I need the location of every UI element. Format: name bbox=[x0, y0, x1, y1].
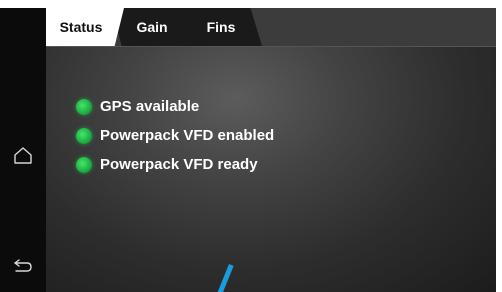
status-item-vfd-ready: Powerpack VFD ready bbox=[76, 150, 274, 179]
home-button[interactable] bbox=[12, 144, 34, 166]
system-nav-bar bbox=[0, 8, 46, 292]
pointer-indicator bbox=[214, 264, 234, 292]
status-label: Powerpack VFD ready bbox=[100, 156, 258, 173]
status-led-icon bbox=[76, 156, 92, 173]
tab-bar: Status Gain Fins bbox=[46, 8, 496, 47]
back-icon bbox=[14, 259, 32, 272]
tab-fins[interactable]: Fins bbox=[180, 8, 262, 46]
tab-gain[interactable]: Gain bbox=[112, 8, 192, 46]
status-list: GPS available Powerpack VFD enabled Powe… bbox=[76, 92, 274, 179]
status-led-icon bbox=[76, 127, 92, 144]
status-item-gps: GPS available bbox=[76, 92, 274, 121]
home-icon bbox=[14, 147, 32, 164]
status-label: Powerpack VFD enabled bbox=[100, 127, 275, 144]
frame: Status Gain Fins GPS available Powerpack… bbox=[0, 0, 502, 292]
status-label: GPS available bbox=[100, 98, 200, 115]
status-item-vfd-enabled: Powerpack VFD enabled bbox=[76, 121, 274, 150]
status-led-icon bbox=[76, 98, 92, 115]
app-screen: Status Gain Fins GPS available Powerpack… bbox=[46, 8, 496, 292]
tab-status[interactable]: Status bbox=[46, 8, 124, 46]
back-button[interactable] bbox=[12, 254, 34, 276]
device-display: Status Gain Fins GPS available Powerpack… bbox=[0, 8, 496, 292]
